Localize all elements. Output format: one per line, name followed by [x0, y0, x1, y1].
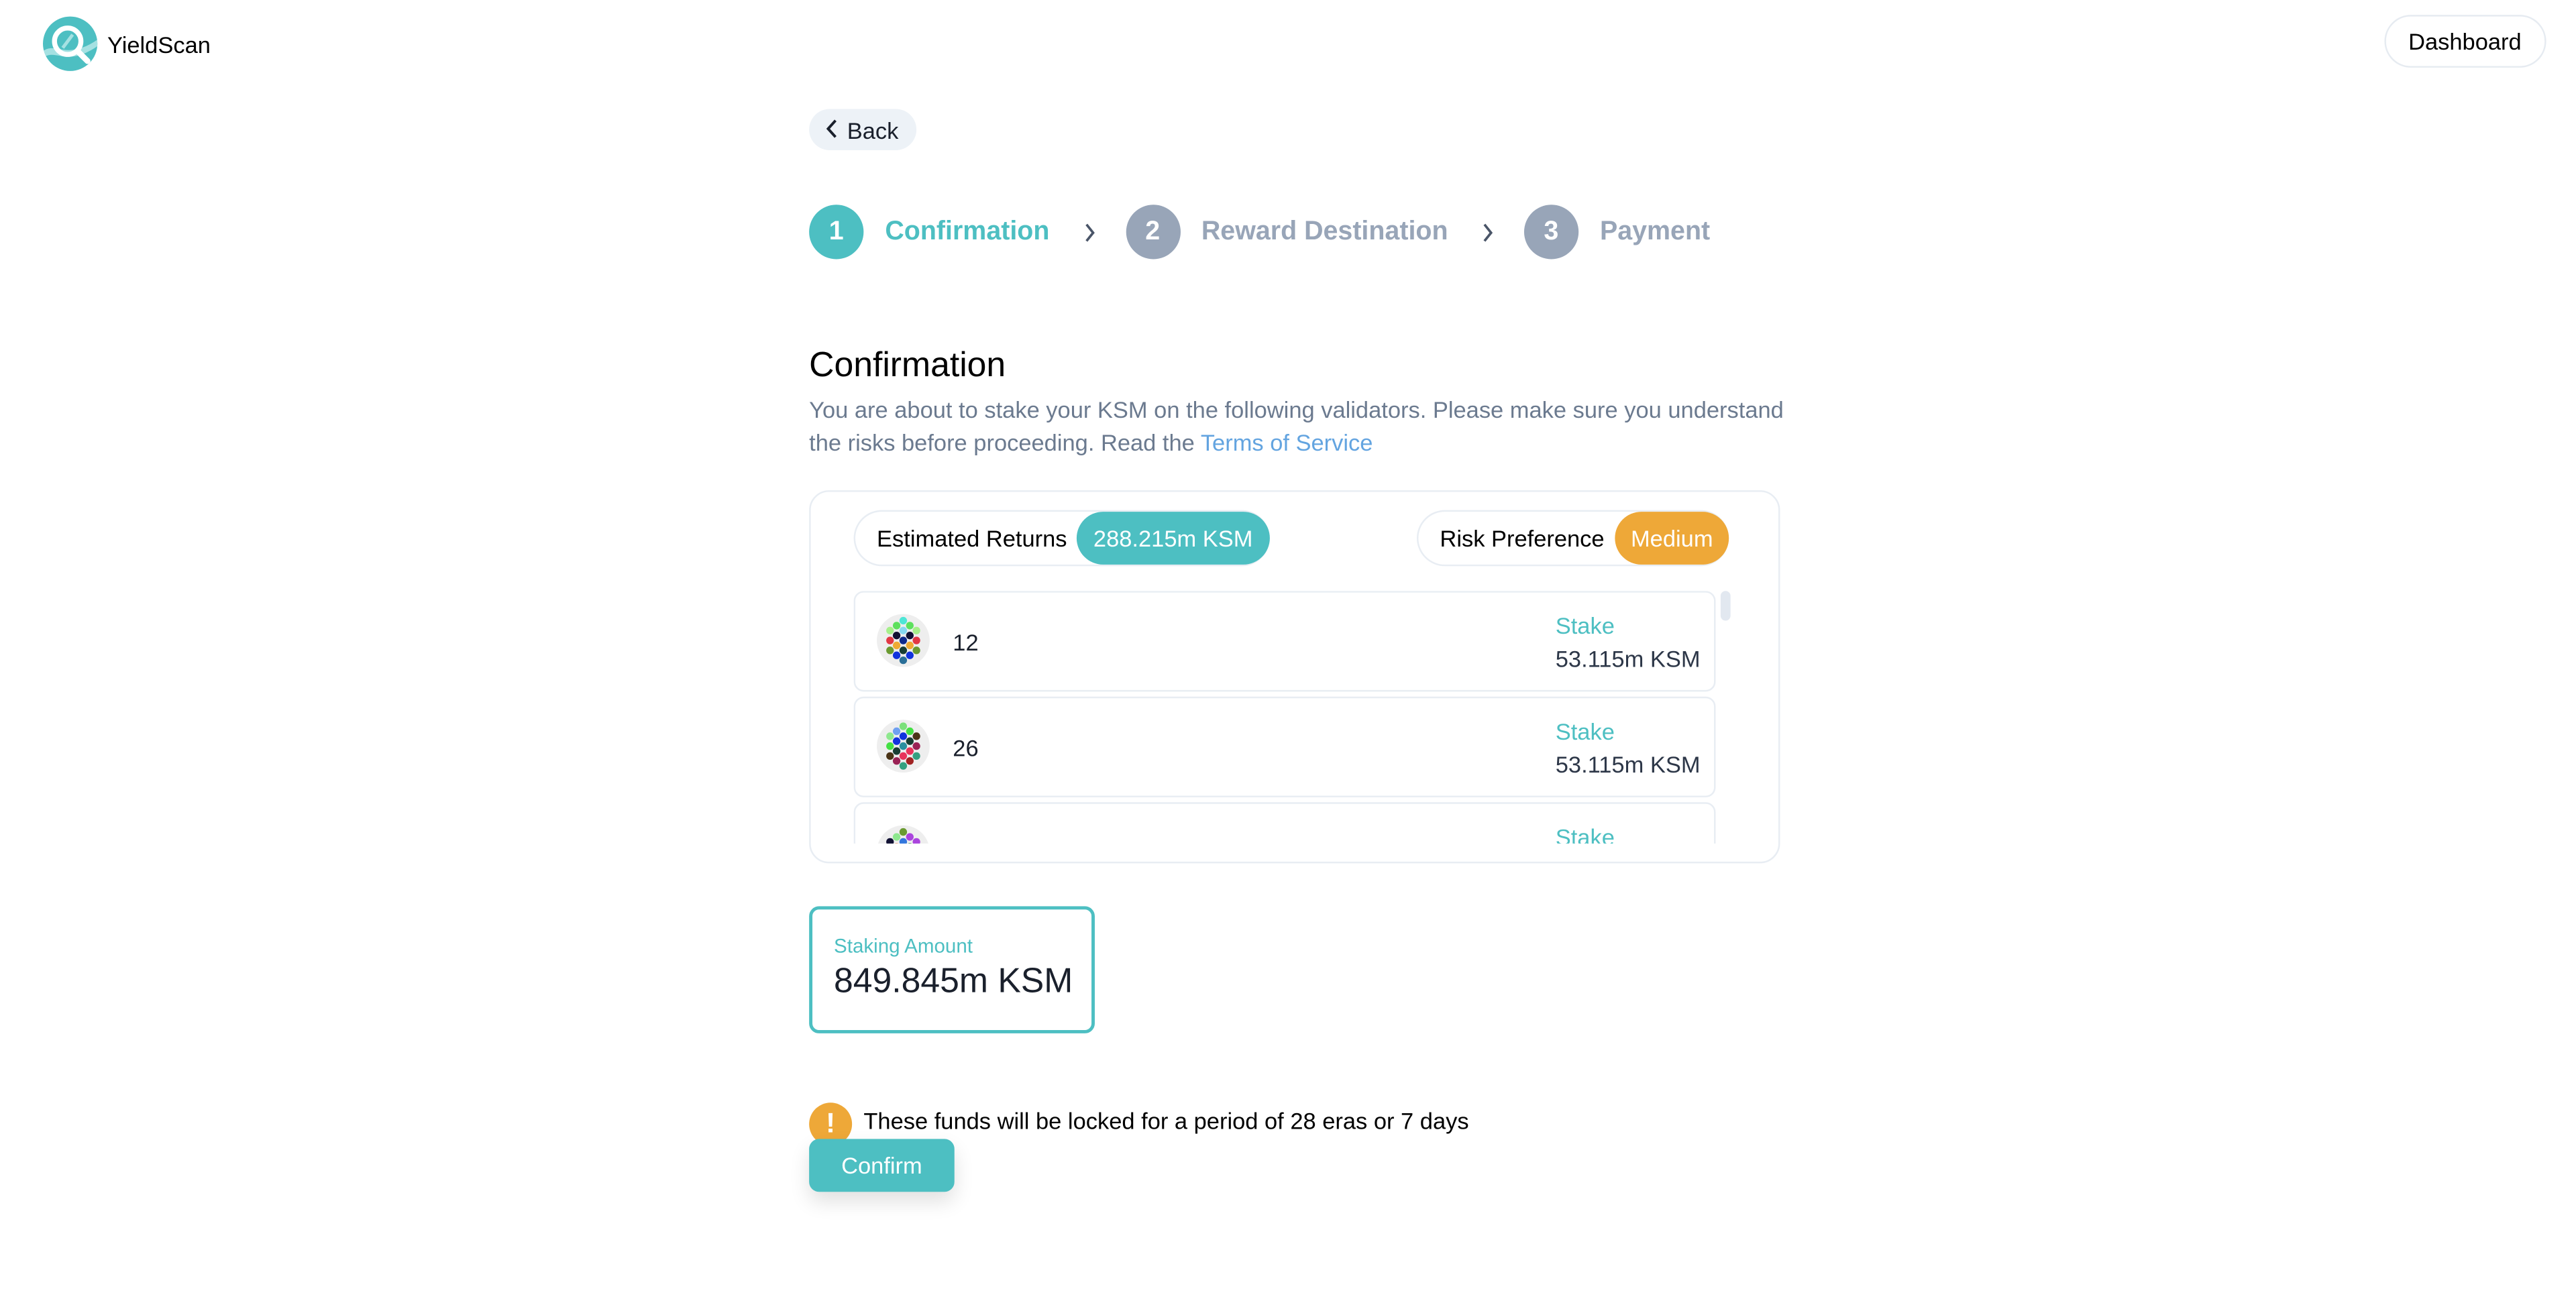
yieldscan-logo-icon — [42, 16, 98, 71]
stake-label: Stake — [1555, 718, 1615, 745]
lock-warning-text: These funds will be locked for a period … — [863, 1107, 1469, 1135]
stake-label: Stake — [1555, 824, 1615, 844]
risk-preference-label: Risk Preference — [1440, 524, 1605, 552]
validators-card: Estimated Returns 288.215m KSM Risk Pref… — [809, 490, 1780, 864]
back-label: Back — [847, 116, 899, 143]
validator-name: 16 — [953, 840, 978, 844]
step-number: 1 — [809, 205, 864, 260]
estimated-returns-value: 288.215m KSM — [1077, 512, 1270, 565]
confirm-button[interactable]: Confirm — [809, 1139, 955, 1192]
stepper: 1 Confirmation 2 Reward Destination 3 Pa… — [809, 205, 1711, 260]
validator-identicon — [877, 614, 930, 667]
validator-row[interactable]: 12 Stake 53.115m KSM — [853, 591, 1716, 692]
risk-preference-value: Medium — [1614, 512, 1730, 565]
step-label: Reward Destination — [1201, 217, 1448, 245]
step-confirmation: 1 Confirmation — [809, 205, 1050, 260]
estimated-returns-label: Estimated Returns — [877, 524, 1067, 552]
terms-of-service-link[interactable]: Terms of Service — [1201, 429, 1373, 455]
lock-warning: ! These funds will be locked for a perio… — [809, 1096, 1469, 1146]
staking-amount-label: Staking Amount — [834, 934, 973, 958]
chevron-right-icon — [1481, 222, 1495, 242]
risk-preference-pill: Risk Preference Medium — [1416, 510, 1730, 567]
stake-amount: 53.115m KSM — [1555, 750, 1701, 778]
step-number: 3 — [1523, 205, 1578, 260]
step-payment: 3 Payment — [1523, 205, 1711, 260]
validator-name: 12 — [953, 628, 979, 656]
step-number: 2 — [1125, 205, 1180, 260]
stake-amount: 53.115m KSM — [1555, 645, 1701, 672]
chevron-left-icon — [824, 117, 841, 143]
staking-amount-value: 849.845m KSM — [834, 962, 1073, 1001]
validator-identicon — [877, 720, 930, 773]
confirmation-description: You are about to stake your KSM on the f… — [809, 393, 1800, 459]
staking-amount-box: Staking Amount 849.845m KSM — [809, 906, 1095, 1033]
app-name: YieldScan — [107, 30, 211, 57]
validator-list[interactable]: 12 Stake 53.115m KSM 26 Stake 53.115m KS… — [853, 591, 1716, 844]
step-label: Confirmation — [885, 217, 1050, 245]
validator-list-scrollbar[interactable] — [1720, 591, 1731, 621]
dashboard-button[interactable]: Dashboard — [2383, 15, 2546, 68]
estimated-returns-pill: Estimated Returns 288.215m KSM — [853, 510, 1270, 567]
page-title: Confirmation — [809, 346, 1006, 385]
back-button[interactable]: Back — [809, 109, 917, 150]
step-reward-destination: 2 Reward Destination — [1125, 205, 1448, 260]
validator-row[interactable]: 26 Stake 53.115m KSM — [853, 696, 1716, 797]
step-label: Payment — [1599, 217, 1711, 245]
app-logo[interactable]: YieldScan — [42, 16, 211, 71]
chevron-right-icon — [1083, 222, 1096, 242]
validator-identicon — [877, 825, 930, 844]
stake-label: Stake — [1555, 612, 1615, 639]
top-header: YieldScan Dashboard — [0, 0, 2576, 89]
validator-row[interactable]: 16 Stake — [853, 802, 1716, 844]
validator-name: 26 — [953, 734, 979, 761]
